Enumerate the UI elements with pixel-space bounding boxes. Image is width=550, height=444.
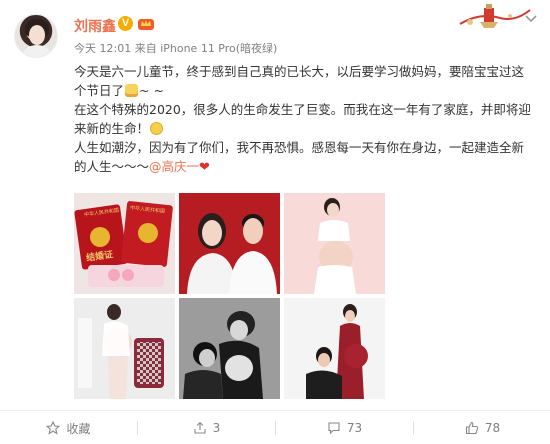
favorite-button[interactable]: 收藏 [0,411,137,444]
avatar[interactable] [14,14,58,58]
post-paragraph-2: 在这个特殊的2020，很多人的生命发生了巨变。而我在这一年有了家庭，并即将迎来新… [74,100,532,138]
username[interactable]: 刘雨鑫 [74,16,116,36]
repost-button[interactable]: 3 [138,411,275,444]
heart-icon: ❤ [199,160,210,175]
smile-emoji-icon [150,122,164,135]
comment-icon [328,422,340,435]
mention-link[interactable]: @高庆一 [149,159,199,174]
photo-maternity-white[interactable] [284,193,385,294]
like-button[interactable]: 78 [414,411,550,444]
couple-portrait-image [179,193,280,294]
repost-count: 3 [212,421,221,435]
post-text-3: 人生如潮汐，因为有了你们，我不再恐惧。感恩每一天有你在身边，一起建造全新的人生～… [74,140,525,174]
photo-grid: 中华人民共和国 中华人民共和国 结婚证 [74,193,386,403]
comment-button[interactable]: 73 [276,411,413,444]
post-paragraph-3: 人生如潮汐，因为有了你们，我不再恐惧。感恩每一天有你在身边，一起建造全新的人生～… [74,138,532,177]
post-paragraph-1: 今天是六一儿童节，终于感到自己真的已长大，以后要学习做妈妈，要陪宝宝过这个节日了… [74,62,532,100]
avatar-body [23,45,51,57]
verified-badge-icon: V [118,16,133,31]
post-meta: 今天 12:01 来自 iPhone 11 Pro(暗夜绿) [74,42,278,55]
star-icon [46,421,61,435]
maternity-chair-image [74,298,175,399]
member-crown-icon [138,19,154,30]
avatar-face [29,25,45,45]
post-text: 今天是六一儿童节，终于感到自己真的已长大，以后要学习做妈妈，要陪宝宝过这个节日了… [74,62,532,177]
share-icon [194,421,206,434]
photo-couple-portrait[interactable] [179,193,280,294]
chevron-down-icon[interactable] [524,14,538,24]
couple-red-dress-image [284,298,385,399]
favorite-label: 收藏 [66,421,91,436]
post-footer: 收藏 3 73 78 [0,410,550,444]
post-text-1-tail: ~ ~ [139,83,164,98]
photo-maternity-chair[interactable] [74,298,175,399]
couple-bw-image [179,298,280,399]
photo-marriage-certificates[interactable]: 中华人民共和国 中华人民共和国 结婚证 [74,193,175,294]
post-text-2: 在这个特殊的2020，很多人的生命发生了巨变。而我在这一年有了家庭，并即将迎来新… [74,102,531,136]
photo-couple-red-dress[interactable] [284,298,385,399]
cake-emoji-icon [125,84,139,97]
like-icon [465,421,479,435]
weibo-post-card: 刘雨鑫 V 今天 12:01 来自 iPhone 11 Pro(暗夜绿) 今天是… [0,0,550,444]
maternity-white-image [284,193,385,294]
like-count: 78 [484,421,501,435]
photo-couple-bw[interactable] [179,298,280,399]
comment-count: 73 [346,421,363,435]
